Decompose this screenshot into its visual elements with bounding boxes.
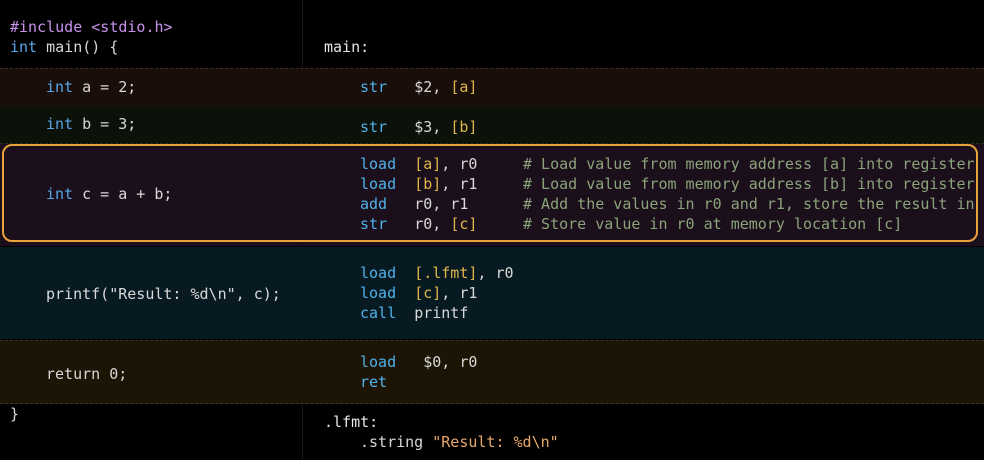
c-line-return: return 0;	[46, 365, 128, 383]
asm-c-comment-1: # Load value from memory address [a] int…	[523, 155, 984, 173]
asm-c-line-4: str r0, [c]	[360, 215, 478, 233]
asm-label-lfmt: .lfmt:	[324, 413, 379, 431]
asm-c-comment-3: # Add the values in r0 and r1, store the…	[523, 195, 984, 213]
asm-line-a: str $2, [a]	[360, 78, 478, 96]
asm-printf-line-2: load [c], r1	[360, 284, 478, 302]
c-close-brace: }	[10, 405, 20, 423]
asm-c-line-2: load [b], r1	[360, 175, 478, 193]
asm-ret-line-2: ret	[360, 373, 388, 391]
band-int-a	[0, 68, 984, 108]
asm-string-directive: .string "Result: %d\n"	[360, 433, 559, 451]
asm-c-line-3: add r0, r1	[360, 195, 469, 213]
c-line-b: int b = 3;	[46, 115, 137, 133]
band-return	[0, 340, 984, 404]
asm-line-b: str $3, [b]	[360, 118, 478, 136]
band-int-b	[0, 107, 984, 144]
include-line: #include <stdio.h>	[10, 18, 173, 36]
c-line-a: int a = 2;	[46, 78, 137, 96]
asm-printf-line-3: call printf	[360, 304, 469, 322]
c-line-printf: printf("Result: %d\n", c);	[46, 285, 281, 303]
asm-ret-line-1: load $0, r0	[360, 353, 478, 371]
asm-printf-line-1: load [.lfmt], r0	[360, 264, 514, 282]
c-line-c: int c = a + b;	[46, 185, 173, 203]
asm-c-comment-2: # Load value from memory address [b] int…	[523, 175, 984, 193]
main-signature: int main() {	[10, 38, 119, 56]
asm-c-line-1: load [a], r0	[360, 155, 478, 173]
asm-label-main: main:	[324, 38, 370, 56]
asm-c-comment-4: # Store value in r0 at memory location […	[523, 215, 903, 233]
